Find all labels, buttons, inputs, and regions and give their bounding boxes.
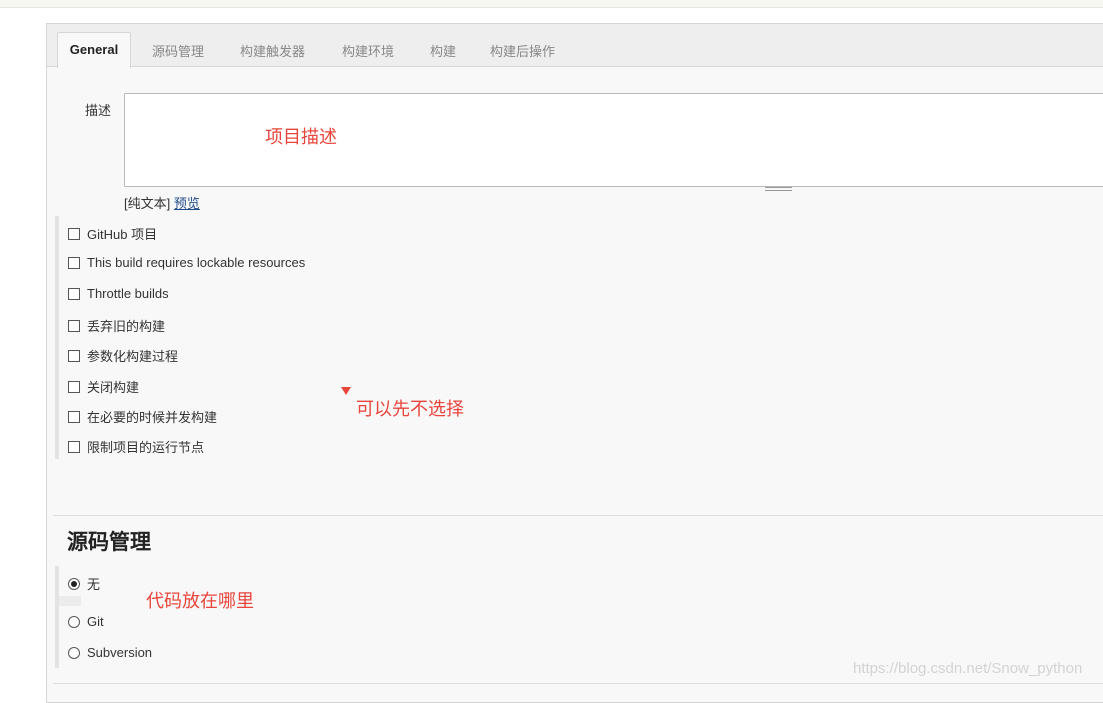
tab-post-build-actions[interactable]: 构建后操作 [490,41,555,60]
description-annotation: 项目描述 [265,127,337,147]
annotation-arrow-icon [341,387,351,395]
checkbox[interactable] [68,349,80,362]
general-options-group [55,216,59,459]
option-github-project[interactable]: GitHub 项目 [68,224,157,243]
option-disable-build[interactable]: 关闭构建 [68,377,139,396]
radio-button[interactable] [68,615,80,628]
option-throttle-builds[interactable]: Throttle builds [68,286,169,301]
section-divider [53,515,1103,516]
checkbox[interactable] [68,287,80,300]
checkbox[interactable] [68,380,80,393]
description-label: 描述 [85,103,112,118]
config-tabbar: General 源码管理 构建触发器 构建环境 构建 构建后操作 [47,24,1103,68]
options-annotation: 可以先不选择 [356,399,464,419]
scm-section-title: 源码管理 [67,531,151,554]
radio-button[interactable] [68,646,80,659]
option-restrict-node[interactable]: 限制项目的运行节点 [68,437,204,456]
text-format-line: [纯文本] 预览 [124,193,200,212]
checkbox[interactable] [68,440,80,453]
checkbox[interactable] [68,410,80,423]
checkbox[interactable] [68,319,80,332]
section-divider [53,683,1103,684]
watermark: https://blog.csdn.net/Snow_python [853,660,1083,677]
plain-text-label: [纯文本] [124,196,171,211]
option-lockable-resources[interactable]: This build requires lockable resources [68,255,305,270]
tab-build-triggers[interactable]: 构建触发器 [240,41,305,60]
scm-none-option[interactable]: 无 [68,574,100,593]
tab-source-code-management[interactable]: 源码管理 [152,41,204,60]
scm-annotation: 代码放在哪里 [146,591,254,611]
tab-build[interactable]: 构建 [430,41,456,60]
scm-subversion-option[interactable]: Subversion [68,645,152,660]
tab-build-environment[interactable]: 构建环境 [342,41,394,60]
job-config-panel: General 源码管理 构建触发器 构建环境 构建 构建后操作 描述 项目描述… [46,23,1103,703]
checkbox[interactable] [68,227,80,240]
option-concurrent-builds[interactable]: 在必要的时候并发构建 [68,407,217,426]
option-discard-old-builds[interactable]: 丢弃旧的构建 [68,316,165,335]
scm-options-group [55,566,59,668]
radio-button[interactable] [68,577,80,590]
preview-link[interactable]: 预览 [174,196,200,211]
tab-general[interactable]: General [57,32,131,68]
checkbox[interactable] [68,256,80,269]
option-parameterized-build[interactable]: 参数化构建过程 [68,346,178,365]
radio-highlight [59,596,81,606]
scm-git-option[interactable]: Git [68,614,104,629]
top-strip [0,0,1103,8]
textarea-resize-handle[interactable] [765,187,792,191]
